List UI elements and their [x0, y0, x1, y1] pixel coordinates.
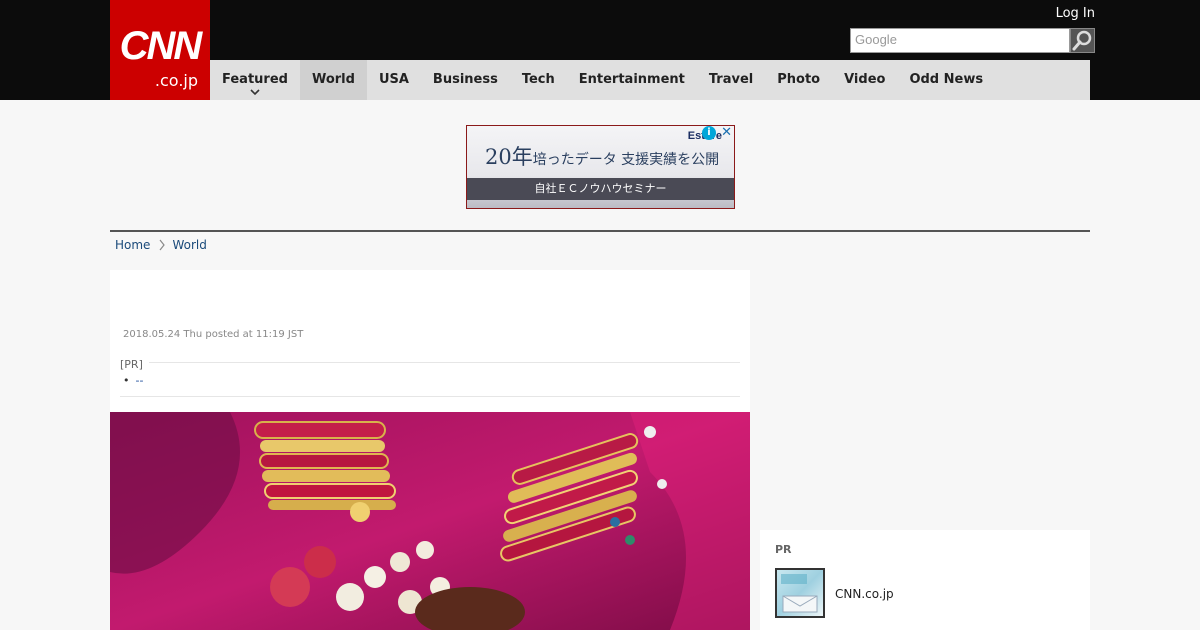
nav-item-photo[interactable]: Photo: [765, 60, 832, 100]
nav-item-odd-news[interactable]: Odd News: [897, 60, 995, 100]
sidebar-item-label[interactable]: CNN.co.jp: [835, 587, 894, 601]
envelope-icon[interactable]: [775, 568, 825, 618]
nav-item-featured[interactable]: Featured: [210, 60, 300, 100]
logo-text: CNN: [119, 24, 203, 68]
banner-ad[interactable]: 20年培ったデータ 支援実績を公開 Estore i ✕ 自社ＥＣノウハウセミナ…: [466, 125, 735, 209]
nav-item-entertainment[interactable]: Entertainment: [567, 60, 697, 100]
bullet-icon: •: [123, 374, 130, 387]
nav-item-usa[interactable]: USA: [367, 60, 421, 100]
ad-close-icon[interactable]: ✕: [721, 126, 732, 140]
nav-item-business[interactable]: Business: [421, 60, 510, 100]
nav-item-world[interactable]: World: [299, 60, 367, 100]
sidebar-pr-card: PR CNN.co.jp: [760, 530, 1090, 630]
article-card: 2018.05.24 Thu posted at 11:19 JST [PR] …: [110, 270, 750, 630]
chevron-down-icon: [250, 89, 260, 96]
chevron-right-icon: [159, 239, 166, 251]
search-button[interactable]: [1070, 28, 1095, 53]
mail-icon: [781, 574, 818, 613]
sidebar-pr-label: PR: [775, 543, 792, 556]
login-link[interactable]: Log In: [1056, 6, 1095, 21]
nav-item-travel[interactable]: Travel: [697, 60, 765, 100]
section-divider: [110, 230, 1090, 232]
pr-label: [PR]: [120, 358, 149, 371]
nav-item-label: Featured: [222, 72, 288, 87]
search-input[interactable]: Google: [850, 28, 1070, 53]
nav-item-video[interactable]: Video: [832, 60, 897, 100]
logo-domain: .co.jp: [154, 71, 198, 90]
cnn-logo[interactable]: CNN .co.jp: [110, 0, 210, 100]
wedding-bangles-image: [110, 412, 750, 630]
ad-strip: 自社ＥＣノウハウセミナー: [467, 178, 734, 200]
article-date: 2018.05.24 Thu posted at 11:19 JST: [123, 329, 304, 340]
ad-headline: 20年培ったデータ 支援実績を公開: [485, 141, 719, 171]
search-icon: [1072, 30, 1092, 51]
breadcrumb-home[interactable]: Home: [115, 238, 150, 252]
main-nav: Featured World USA Business Tech Enterta…: [210, 60, 1090, 100]
ad-headline-big: 20年: [485, 145, 533, 169]
pr-block: [120, 362, 740, 397]
nav-item-tech[interactable]: Tech: [510, 60, 567, 100]
breadcrumb: Home World: [115, 238, 207, 252]
breadcrumb-world[interactable]: World: [172, 238, 206, 252]
ad-choices-icon[interactable]: i: [702, 126, 716, 140]
pr-link[interactable]: --: [136, 374, 144, 387]
pr-link-row: • --: [123, 374, 143, 387]
article-photo: [110, 412, 750, 630]
ad-headline-rest: 培ったデータ 支援実績を公開: [532, 152, 720, 168]
